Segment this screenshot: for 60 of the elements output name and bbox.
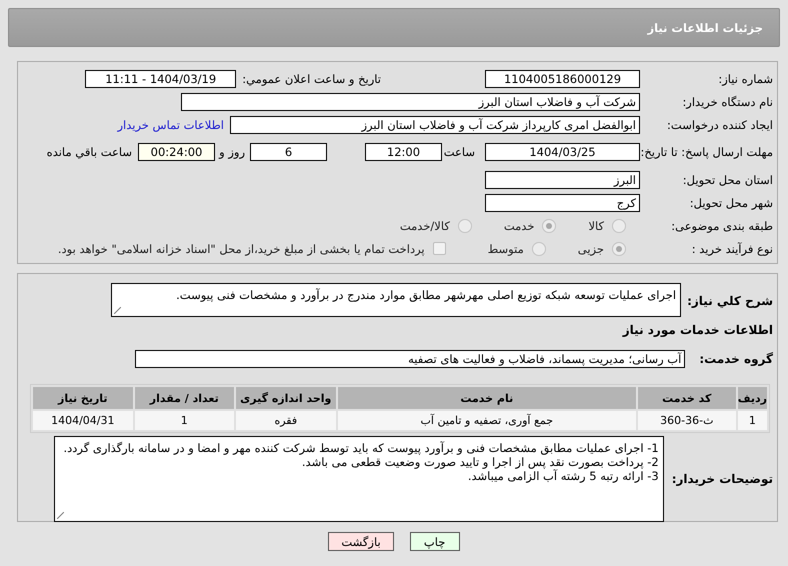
field-label: نوع فرآیند خرید : — [690, 242, 773, 256]
radio-label: متوسط — [488, 242, 524, 256]
table-cell: ث-36-360 — [638, 411, 736, 430]
field-label: شرح کلي نیاز: — [687, 293, 773, 309]
radio-label: کالا — [588, 218, 604, 232]
note-line: 3- ارائه رتبه 5 رشته آب الزامی میباشد. — [466, 469, 659, 483]
note-line: 1- اجرای عملیات مطابق مشخصات فنی و برآورد پیوست که باید توسط شرکت کننده مهر و امضا و در سامانه بارگذاری گردد. — [62, 441, 659, 455]
checkbox[interactable] — [432, 242, 446, 255]
field-label: گروه خدمت: — [699, 350, 773, 366]
need-number-field: 1104005186000129 — [485, 70, 640, 88]
print-button[interactable]: چاپ — [410, 532, 460, 551]
field-label: استان محل تحویل: — [682, 172, 773, 186]
column-header: تاریخ نیاز — [32, 387, 133, 409]
days-field: 6 — [250, 143, 327, 161]
field-label: روز و — [218, 145, 245, 159]
field-label: مهلت ارسال پاسخ: تا تاریخ: — [640, 145, 773, 159]
column-header: واحد اندازه گیری — [236, 387, 336, 409]
column-header: تعداد / مقدار — [134, 387, 234, 409]
table-cell: فقره — [236, 411, 336, 430]
page-title: جزئیات اطلاعات نیاز — [647, 20, 763, 34]
deadline-time-field: 12:00 — [365, 143, 442, 161]
field-label: ساعت — [442, 145, 475, 159]
buyer-notes-textarea[interactable] — [54, 436, 664, 522]
field-label: شهر محل تحویل: — [688, 196, 773, 210]
field-label: ایجاد کننده درخواست: — [666, 118, 773, 132]
table-cell: 1 — [738, 411, 767, 430]
province-field: البرز — [485, 170, 640, 188]
field-label: شماره نیاز: — [717, 72, 773, 86]
table-cell: 1 — [134, 411, 234, 430]
note-line: 2- پرداخت بصورت نقد پس از اجرا و تایید صورت وضعیت قطعی می باشد. — [300, 455, 659, 469]
announce-date-field: 1404/03/19 - 11:11 — [85, 70, 236, 88]
remaining-time-field: 00:24:00 — [138, 143, 215, 161]
deadline-date-field: 1404/03/25 — [485, 143, 640, 161]
column-header: ردیف — [738, 387, 767, 409]
back-button[interactable]: بازگشت — [328, 532, 394, 551]
creator-field: ابوالفضل امری کارپرداز شرکت آب و فاضلاب استان البرز — [230, 116, 640, 134]
field-label: نام دستگاه خریدار: — [681, 94, 773, 108]
field-label: توضیحات خریدار: — [672, 471, 773, 487]
service-group-field: آب رسانی؛ مدیریت پسماند، فاضلاب و فعالیت های تصفیه — [135, 350, 686, 368]
column-header: نام خدمت — [338, 387, 636, 409]
radio-button[interactable] — [612, 242, 626, 256]
radio-label: جزیی — [578, 242, 604, 256]
radio-button[interactable] — [542, 218, 556, 232]
checkbox-label: پرداخت تمام یا بخشی از مبلغ خرید،از محل "اسناد خزانه اسلامی" خواهد بود. — [58, 242, 425, 256]
radio-button[interactable] — [532, 242, 546, 256]
description-textarea[interactable]: اجرای عملیات توسعه شبکه توزیع اصلی مهرشهر مطابق موارد مندرج در برآورد و مشخصات فنی پیوست. — [111, 283, 682, 317]
city-field: کرج — [485, 194, 640, 212]
column-header: کد خدمت — [638, 387, 736, 409]
field-label: ساعت باقي مانده — [46, 145, 132, 159]
radio-button[interactable] — [612, 218, 626, 232]
radio-label: خدمت — [504, 218, 534, 232]
field-label: طبقه بندی موضوعی: — [670, 218, 773, 232]
table-cell: جمع آوری، تصفیه و تامین آب — [338, 411, 636, 430]
radio-label: کالا/خدمت — [400, 218, 450, 232]
radio-button[interactable] — [458, 218, 472, 232]
buyer-contact-link[interactable]: اطلاعات تماس خریدار — [117, 118, 224, 132]
table-cell: 1404/04/31 — [32, 411, 133, 430]
section-heading: اطلاعات خدمات مورد نیاز — [621, 323, 773, 339]
buyer-field: شرکت آب و فاضلاب استان البرز — [181, 92, 640, 110]
field-label: تاریخ و ساعت اعلان عمومي: — [242, 72, 381, 86]
